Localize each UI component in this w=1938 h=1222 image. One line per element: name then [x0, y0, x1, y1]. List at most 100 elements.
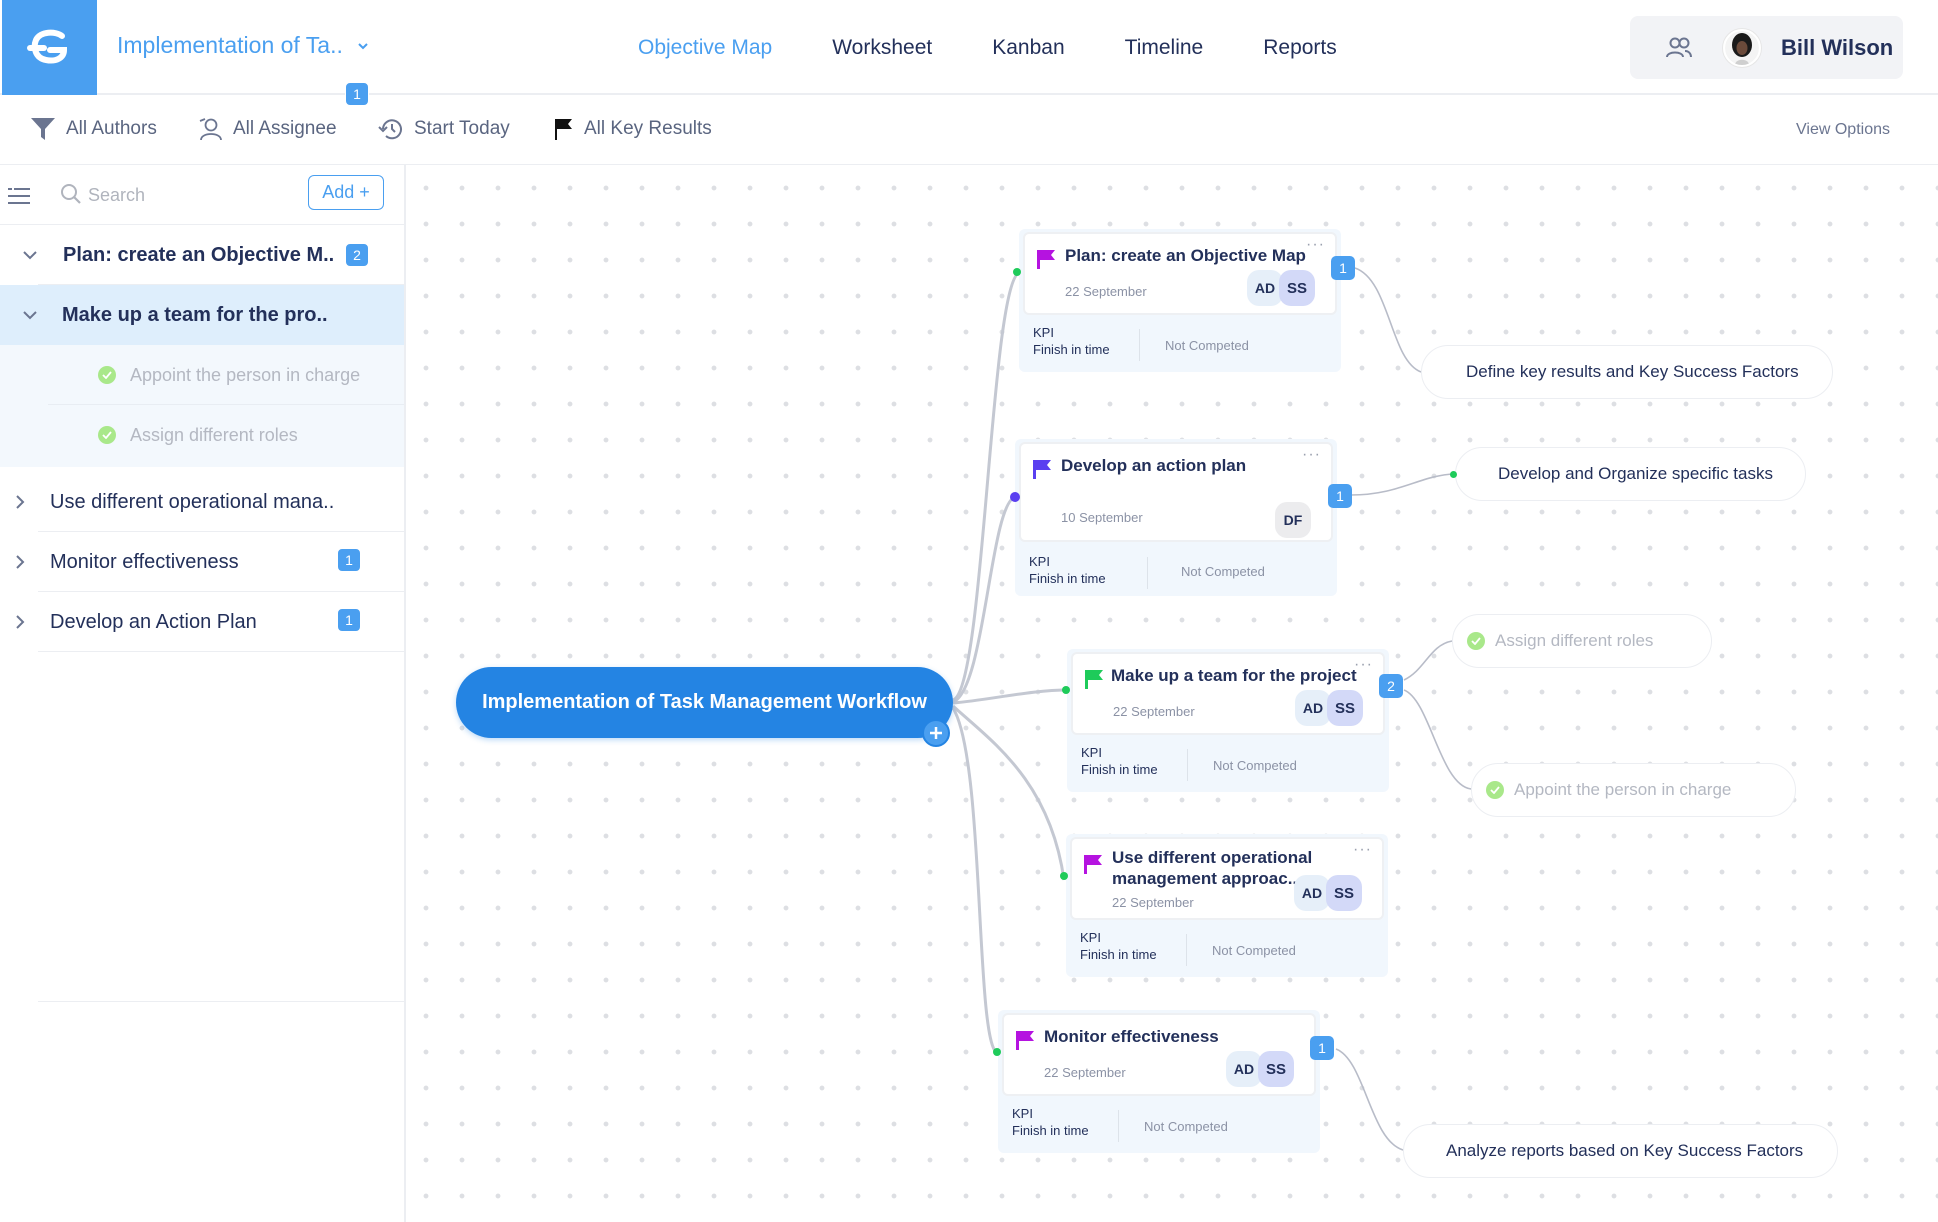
- logo-icon: [26, 29, 67, 63]
- key-result-label: Appoint the person in charge: [1514, 780, 1732, 799]
- count-badge: 1: [337, 608, 361, 632]
- project-selector[interactable]: Implementation of Ta..: [117, 32, 369, 59]
- kpi-label: KPI Finish in time: [1029, 554, 1106, 586]
- connector-dot: [1450, 471, 1457, 478]
- status-text: Not Competed: [1213, 758, 1297, 773]
- chevron-right-icon[interactable]: [12, 554, 28, 570]
- filter-authors[interactable]: All Authors: [30, 117, 157, 141]
- card-date: 10 September: [1061, 510, 1143, 525]
- sidebar-subitem-appoint[interactable]: Appoint the person in charge: [48, 345, 404, 405]
- children-count-badge[interactable]: 1: [1331, 256, 1355, 280]
- sidebar-subitem-assign[interactable]: Assign different roles: [48, 405, 404, 465]
- tab-kanban[interactable]: Kanban: [992, 36, 1064, 60]
- children-count-badge[interactable]: 2: [1379, 674, 1403, 698]
- tab-reports[interactable]: Reports: [1263, 36, 1337, 60]
- assignee-chip[interactable]: AD: [1226, 1051, 1262, 1087]
- chevron-down-icon[interactable]: [22, 307, 38, 323]
- key-result-pill[interactable]: Develop and Organize specific tasks: [1455, 447, 1806, 501]
- filter-key-results[interactable]: All Key Results: [552, 117, 712, 141]
- root-objective-node[interactable]: Implementation of Task Management Workfl…: [456, 667, 953, 738]
- children-count-badge[interactable]: 1: [1310, 1036, 1334, 1060]
- more-options-icon[interactable]: ···: [1353, 841, 1372, 859]
- assignee-chip[interactable]: SS: [1279, 270, 1315, 306]
- top-header: Implementation of Ta.. Objective Map Wor…: [0, 0, 1938, 95]
- assignee-chip[interactable]: DF: [1275, 502, 1311, 538]
- divider: [1118, 1110, 1119, 1142]
- objective-card[interactable]: Monitor effectiveness 22 September AD SS…: [998, 1010, 1320, 1153]
- funnel-icon: [31, 118, 55, 140]
- sidebar-item-operational[interactable]: Use different operational mana..: [0, 472, 404, 532]
- filter-start[interactable]: Start Today: [378, 117, 510, 141]
- objective-card[interactable]: Make up a team for the project ··· 22 Se…: [1067, 649, 1389, 792]
- sidebar-subitem-label: Appoint the person in charge: [130, 364, 361, 385]
- assignee-chip[interactable]: AD: [1294, 875, 1330, 911]
- assignee-chip[interactable]: SS: [1258, 1051, 1294, 1087]
- objectives-sidebar: Add + Plan: create an Objective M.. 1 Ma…: [0, 82, 406, 1222]
- card-title: Plan: create an Objective Map: [1065, 246, 1306, 265]
- project-title: Implementation of Ta..: [117, 32, 343, 58]
- divider: [1147, 557, 1148, 589]
- check-circle-icon: [98, 426, 116, 444]
- card-header: Plan: create an Objective Map ··· 22 Sep…: [1023, 232, 1337, 315]
- chevron-down-icon: [358, 42, 368, 49]
- assignee-chip[interactable]: AD: [1247, 270, 1283, 306]
- more-options-icon[interactable]: ···: [1306, 236, 1325, 254]
- connector-dot: [993, 1048, 1001, 1056]
- status-text: Not Competed: [1165, 338, 1249, 353]
- key-result-pill[interactable]: Define key results and Key Success Facto…: [1421, 345, 1833, 399]
- key-result-pill[interactable]: Appoint the person in charge: [1471, 763, 1796, 817]
- add-objective-button[interactable]: Add +: [308, 175, 384, 210]
- card-assignees: AD SS: [1226, 1051, 1294, 1087]
- connector-dot: [1060, 872, 1068, 880]
- children-count-badge[interactable]: 1: [1328, 484, 1352, 508]
- tab-timeline[interactable]: Timeline: [1125, 36, 1204, 60]
- card-date: 22 September: [1044, 1065, 1126, 1080]
- key-result-pill[interactable]: Analyze reports based on Key Success Fac…: [1403, 1124, 1838, 1178]
- chevron-right-icon[interactable]: [12, 614, 28, 630]
- chevron-right-icon[interactable]: [12, 494, 28, 510]
- objective-card[interactable]: Develop an action plan ··· 10 September …: [1015, 439, 1337, 596]
- sidebar-search-input[interactable]: [88, 179, 288, 211]
- check-circle-icon: [98, 366, 116, 384]
- assignee-chip[interactable]: SS: [1326, 875, 1362, 911]
- sidebar-subitems: Appoint the person in charge Assign diff…: [0, 345, 404, 467]
- collapse-list-icon[interactable]: [8, 187, 32, 205]
- assignee-icon: [199, 118, 222, 141]
- filter-key-results-label: All Key Results: [584, 118, 712, 139]
- history-icon: [378, 119, 402, 140]
- filter-assignee-label: All Assignee: [233, 118, 337, 139]
- card-date: 22 September: [1112, 895, 1194, 910]
- key-result-pill[interactable]: Assign different roles: [1452, 614, 1712, 668]
- filter-assignee[interactable]: All Assignee: [197, 117, 337, 141]
- divider: [38, 651, 404, 652]
- flag-icon: [1084, 855, 1102, 874]
- user-name: Bill Wilson: [1781, 34, 1894, 60]
- app-logo[interactable]: [2, 0, 97, 95]
- search-icon: [61, 184, 81, 204]
- card-header: Use different operational management appr…: [1070, 837, 1384, 920]
- kpi-label: KPI Finish in time: [1033, 325, 1110, 357]
- objective-card[interactable]: Plan: create an Objective Map ··· 22 Sep…: [1019, 229, 1341, 372]
- more-options-icon[interactable]: ···: [1354, 656, 1373, 674]
- status-text: Not Competed: [1212, 943, 1296, 958]
- add-child-button[interactable]: [922, 719, 950, 747]
- connector-dot: [1013, 268, 1021, 276]
- view-options-button[interactable]: View Options: [1796, 121, 1890, 139]
- sidebar-item-plan[interactable]: Plan: create an Objective M.. 1: [0, 82, 404, 285]
- user-menu-button[interactable]: Bill Wilson: [1703, 16, 1903, 79]
- tab-worksheet[interactable]: Worksheet: [832, 36, 932, 60]
- chevron-down-icon[interactable]: [22, 247, 38, 263]
- assignee-chip[interactable]: AD: [1295, 690, 1331, 726]
- flag-icon: [555, 119, 572, 140]
- card-assignees: AD SS: [1295, 690, 1363, 726]
- count-badge: 1: [345, 82, 369, 106]
- sidebar-item-make-team[interactable]: Make up a team for the pro..: [0, 285, 404, 345]
- assignee-chip[interactable]: SS: [1327, 690, 1363, 726]
- tab-objective-map[interactable]: Objective Map: [638, 36, 772, 60]
- card-date: 22 September: [1065, 284, 1147, 299]
- filter-start-label: Start Today: [414, 118, 510, 139]
- objective-card[interactable]: Use different operational management appr…: [1066, 834, 1388, 977]
- more-options-icon[interactable]: ···: [1302, 446, 1321, 464]
- divider: [1139, 329, 1140, 361]
- kpi-label: KPI Finish in time: [1012, 1106, 1089, 1138]
